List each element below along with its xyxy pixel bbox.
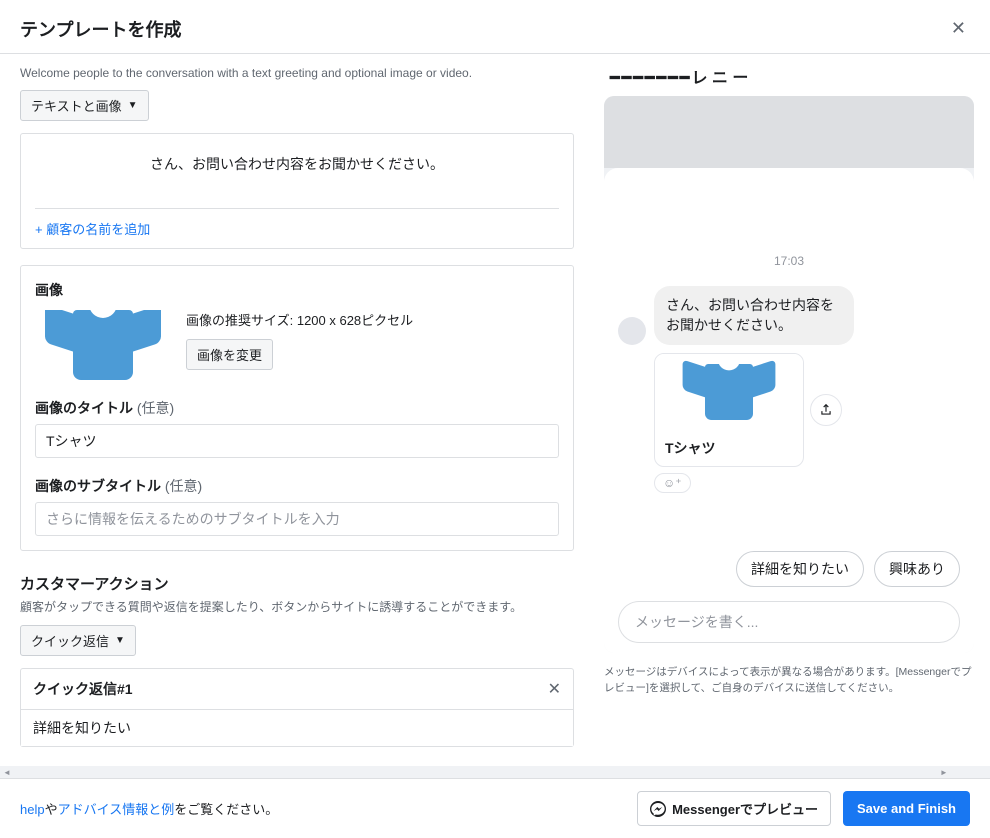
advice-link[interactable]: アドバイス情報と例 <box>58 802 175 817</box>
close-icon[interactable]: ✕ <box>947 14 970 43</box>
avatar <box>618 317 646 345</box>
customer-action-title: カスタマーアクション <box>20 573 574 594</box>
remove-quick-reply-icon[interactable]: ✕ <box>548 679 561 699</box>
messenger-icon <box>650 801 666 817</box>
message-row: さん、お問い合わせ内容をお聞かせください。 <box>618 286 960 345</box>
modal-title: テンプレートを作成 <box>20 16 181 42</box>
content-type-label: テキストと画像 <box>31 96 122 115</box>
image-subtitle-label: 画像のサブタイトル (任意) <box>35 476 559 496</box>
greeting-card: さん、お問い合わせ内容をお聞かせください。 + 顧客の名前を追加 <box>20 133 574 249</box>
preview-note: メッセージはデバイスによって表示が異なる場合があります。[Messengerでプ… <box>604 665 974 697</box>
phone-preview: 17:03 さん、お問い合わせ内容をお聞かせください。 <box>604 96 974 653</box>
attachment-title: Tシャツ <box>655 430 803 466</box>
quick-reply-chip-1[interactable]: 詳細を知りたい <box>736 551 864 587</box>
horizontal-scrollbar[interactable]: ◄ ► <box>0 766 990 778</box>
image-subtitle-input[interactable] <box>35 502 559 536</box>
add-customer-name-link[interactable]: + 顧客の名前を追加 <box>35 208 559 238</box>
image-title-label: 画像のタイトル (任意) <box>35 398 559 418</box>
greeting-text[interactable]: さん、お問い合わせ内容をお聞かせください。 <box>35 148 559 200</box>
add-reaction-icon[interactable]: ☺⁺ <box>654 473 691 493</box>
intro-text: Welcome people to the conversation with … <box>20 66 574 80</box>
preview-panel: ━━━━━━━レ ニ ー 17:03 さん、お問い合わせ内容をお聞かせください。 <box>594 54 990 766</box>
help-link[interactable]: help <box>20 802 45 817</box>
footer-help-text: helpやアドバイス情報と例をご覧ください。 <box>20 799 278 818</box>
compose-input[interactable]: メッセージを書く... <box>618 601 960 643</box>
quick-reply-input[interactable] <box>21 710 573 746</box>
message-bubble: さん、お問い合わせ内容をお聞かせください。 <box>654 286 854 345</box>
customer-action-desc: 顧客がタップできる質問や返信を提案したり、ボタンからサイトに誘導することができま… <box>20 598 574 615</box>
caret-down-icon: ▼ <box>128 100 138 111</box>
emoji-picker[interactable]: ☺⁺ <box>654 473 960 493</box>
customer-action-section: カスタマーアクション 顧客がタップできる質問や返信を提案したり、ボタンからサイト… <box>20 573 574 747</box>
quick-reply-chips: 詳細を知りたい 興味あり <box>618 551 960 587</box>
image-section-label: 画像 <box>35 280 559 300</box>
phone-status-bar <box>604 96 974 168</box>
attachment-image <box>655 354 803 430</box>
image-title-input[interactable] <box>35 424 559 458</box>
image-size-hint: 画像の推奨サイズ: 1200 x 628ピクセル <box>186 310 559 329</box>
scroll-left-icon[interactable]: ◄ <box>2 768 12 777</box>
messenger-preview-label: Messengerでプレビュー <box>672 799 818 818</box>
quick-reply-chip-2[interactable]: 興味あり <box>874 551 960 587</box>
messenger-preview-button[interactable]: Messengerでプレビュー <box>637 791 831 826</box>
scroll-right-icon[interactable]: ► <box>939 768 949 777</box>
attachment-card: Tシャツ <box>654 353 960 467</box>
tshirt-icon <box>683 364 776 420</box>
modal-header: テンプレートを作成 ✕ <box>0 0 990 54</box>
preview-header-partial: ━━━━━━━レ ニ ー <box>604 64 974 88</box>
change-image-button[interactable]: 画像を変更 <box>186 339 273 370</box>
content-type-dropdown[interactable]: テキストと画像 ▼ <box>20 90 149 121</box>
quick-reply-title: クイック返信#1 <box>33 679 133 699</box>
save-finish-button[interactable]: Save and Finish <box>843 791 970 826</box>
editor-panel: Welcome people to the conversation with … <box>0 54 594 766</box>
image-thumbnail[interactable] <box>35 310 170 380</box>
tshirt-icon <box>45 310 161 380</box>
image-card: 画像 画像の推奨サイズ: 1200 x 628ピクセル 画像を変更 <box>20 265 574 551</box>
quick-reply-card-1: クイック返信#1 ✕ <box>20 668 574 747</box>
action-type-dropdown[interactable]: クイック返信 ▼ <box>20 625 136 656</box>
preview-timestamp: 17:03 <box>618 254 960 268</box>
caret-down-icon: ▼ <box>115 635 125 646</box>
modal-footer: helpやアドバイス情報と例をご覧ください。 Messengerでプレビュー S… <box>0 778 990 838</box>
share-icon[interactable] <box>810 394 842 426</box>
action-type-label: クイック返信 <box>31 631 109 650</box>
